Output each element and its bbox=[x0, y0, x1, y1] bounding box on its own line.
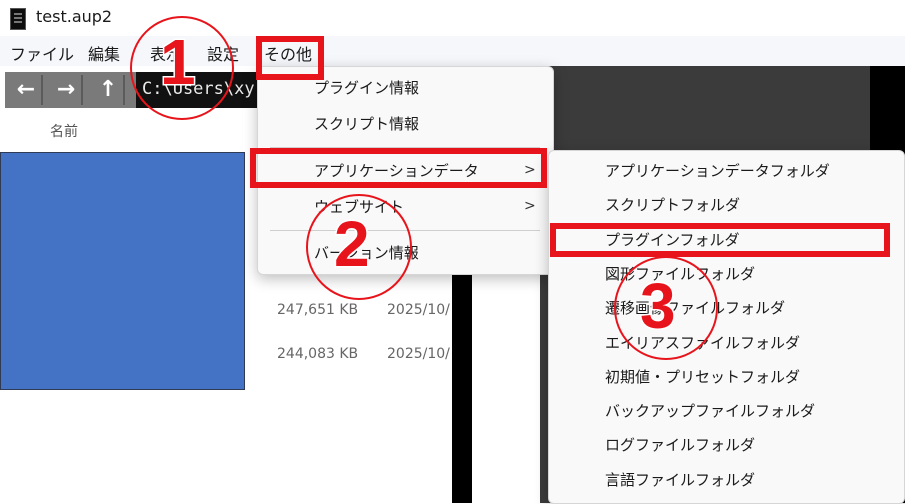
preview-thumbnail bbox=[0, 152, 245, 390]
app-icon bbox=[10, 8, 26, 30]
up-arrow-icon[interactable]: ↑ bbox=[93, 75, 125, 105]
step-number-2: 2 bbox=[333, 208, 372, 280]
divider-strip bbox=[452, 260, 472, 503]
submenu-item-log-folder[interactable]: ログファイルフォルダ bbox=[605, 434, 755, 455]
file-date: 2025/10/ bbox=[387, 302, 450, 318]
submenu-item-language-folder[interactable]: 言語ファイルフォルダ bbox=[605, 469, 755, 490]
submenu-item-preset-folder[interactable]: 初期値・プリセットフォルダ bbox=[605, 366, 800, 387]
submenu-item-script-folder[interactable]: スクリプトフォルダ bbox=[605, 194, 740, 215]
submenu-chevron-icon: > bbox=[524, 198, 536, 214]
file-date: 2025/10/ bbox=[387, 346, 450, 362]
highlight-box-other-menu bbox=[256, 36, 324, 80]
submenu-item-appdata-folder[interactable]: アプリケーションデータフォルダ bbox=[605, 160, 830, 181]
app-data-submenu: アプリケーションデータフォルダ スクリプトフォルダ プラグインフォルダ 図形ファ… bbox=[548, 150, 905, 504]
file-size: 244,083 KB bbox=[277, 346, 359, 362]
step-number-3: 3 bbox=[639, 270, 678, 342]
menu-file[interactable]: ファイル bbox=[10, 41, 74, 65]
highlight-box-plugin-folder bbox=[550, 223, 890, 257]
submenu-item-backup-folder[interactable]: バックアップファイルフォルダ bbox=[605, 400, 815, 421]
menu-item-script-info[interactable]: スクリプト情報 bbox=[314, 113, 419, 134]
step-number-1: 1 bbox=[159, 26, 198, 98]
forward-arrow-icon[interactable]: → bbox=[51, 75, 83, 105]
column-header-name[interactable]: 名前 bbox=[50, 121, 78, 141]
window-title: test.aup2 bbox=[36, 7, 113, 26]
highlight-box-app-data bbox=[250, 148, 547, 188]
back-arrow-icon[interactable]: ← bbox=[11, 75, 43, 105]
title-bar: test.aup2 bbox=[0, 0, 905, 36]
menu-item-plugin-info[interactable]: プラグイン情報 bbox=[314, 77, 419, 98]
file-size: 247,651 KB bbox=[277, 302, 359, 318]
menu-edit[interactable]: 編集 bbox=[88, 41, 120, 65]
